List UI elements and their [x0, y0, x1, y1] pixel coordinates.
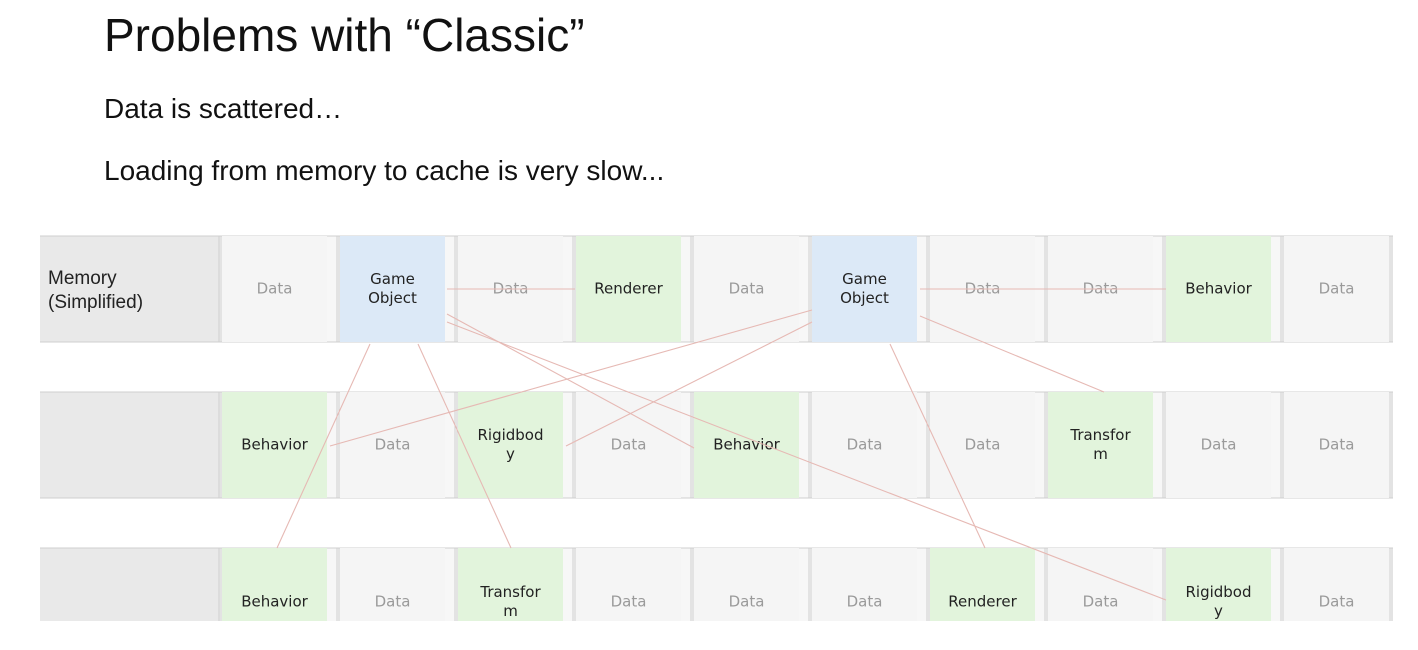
memory-cell-data: Data [694, 236, 799, 342]
memory-cell-gameobject: GameObject [812, 236, 917, 342]
memory-cell-text: Renderer [948, 593, 1017, 611]
memory-cell-data: Data [812, 548, 917, 621]
memory-cell-text: Game [370, 270, 415, 288]
memory-cell-rigidbody: Rigidbody [1166, 548, 1271, 621]
memory-layout-diagram: Memory(Simplified)DataGameObjectData Rend… [40, 235, 1393, 621]
memory-cell-data: Data [340, 392, 445, 498]
memory-cell-data: Data [340, 548, 445, 621]
memory-cell-behavior: Behavior [222, 392, 327, 498]
row-label-cell [40, 392, 220, 498]
memory-cell-behavior: Behavior [222, 548, 327, 621]
memory-cell-text: Transfor [1069, 426, 1131, 444]
memory-cell-data: Data [1048, 548, 1153, 621]
memory-cell-text: Behavior [241, 436, 308, 454]
memory-cell-text: y [1214, 602, 1223, 620]
memory-cell-text: Data [611, 436, 647, 454]
memory-cell-rigidbody: Rigidbody [458, 392, 563, 498]
memory-cell-data: Data [222, 236, 327, 342]
memory-cell-behavior: Behavior [694, 392, 799, 498]
memory-cell-text: Data [1201, 436, 1237, 454]
memory-cell-text: y [506, 445, 515, 463]
memory-cell-text: Data [729, 593, 765, 611]
memory-cell-text: Data [611, 593, 647, 611]
memory-cell-text: Transfor [479, 583, 541, 601]
memory-cell-data: Data [1284, 392, 1389, 498]
memory-cell-data: Data [576, 392, 681, 498]
memory-rows: Memory(Simplified)DataGameObjectData Rend… [40, 235, 1393, 621]
memory-cell-text: Rigidbod [1185, 583, 1251, 601]
memory-cell-text: Data [1083, 593, 1119, 611]
memory-cell-text: Data [729, 280, 765, 298]
memory-cell-text: Renderer [594, 280, 663, 298]
memory-cell-data: Data [1284, 236, 1389, 342]
memory-cell-text: Data [965, 436, 1001, 454]
memory-cell-renderer: Renderer [576, 236, 681, 342]
memory-cell-text: Data [1319, 280, 1355, 298]
memory-cell-data: Data [694, 548, 799, 621]
memory-cell-text: Behavior [1185, 280, 1252, 298]
memory-cell-gameobject: GameObject [340, 236, 445, 342]
memory-cell-text: Data [375, 436, 411, 454]
row-label-text: (Simplified) [48, 292, 143, 313]
memory-row-2: Behavior Data Rigidbody Data Behavior Data Dat… [40, 391, 1393, 499]
memory-cell-text: Data [1319, 436, 1355, 454]
memory-cell-data: Data [576, 548, 681, 621]
memory-cell-text: Behavior [241, 593, 308, 611]
memory-row-3: Behavior Data Transform Data Data Data Rendere… [40, 547, 1393, 621]
memory-cell-text: Data [847, 436, 883, 454]
row-label-text: Memory [48, 268, 117, 289]
memory-cell-data: Data [1284, 548, 1389, 621]
memory-cell-data: Data [812, 392, 917, 498]
memory-cell-text: m [1093, 445, 1108, 463]
memory-cell-transform: Transform [458, 548, 563, 621]
memory-cell-text: Game [842, 270, 887, 288]
memory-cell-text: Data [1319, 593, 1355, 611]
row-label-cell [40, 548, 220, 621]
memory-cell-text: Data [375, 593, 411, 611]
memory-cell-transform: Transform [1048, 392, 1153, 498]
memory-row-1: Memory(Simplified)DataGameObjectData Rend… [40, 235, 1393, 343]
memory-cell-text: Data [257, 280, 293, 298]
memory-cell-text: Data [847, 593, 883, 611]
memory-cell-renderer: Renderer [930, 548, 1035, 621]
memory-cell-text: Rigidbod [477, 426, 543, 444]
memory-cell-text: m [503, 602, 518, 620]
memory-cell-text: Object [368, 289, 417, 307]
row-label-cell [40, 236, 220, 342]
memory-cell-behavior: Behavior [1166, 236, 1271, 342]
memory-cell-data: Data [1166, 392, 1271, 498]
memory-cell-text: Object [840, 289, 889, 307]
memory-cell-data: Data [930, 392, 1035, 498]
